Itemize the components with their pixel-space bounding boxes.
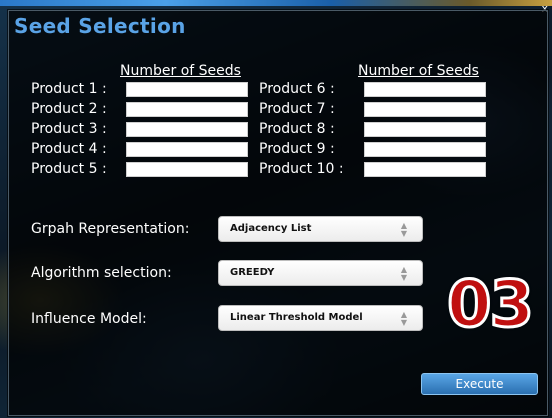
influence-model-label: Influence Model:	[31, 311, 147, 327]
execute-button[interactable]: Execute	[421, 373, 538, 395]
product-2-label: Product 2 :	[31, 101, 107, 117]
product-7-input[interactable]	[364, 102, 486, 117]
product-6-input[interactable]	[364, 82, 486, 97]
product-9-input[interactable]	[364, 142, 486, 157]
graph-representation-value: Adjacency List	[230, 223, 312, 234]
window-top-strip	[0, 0, 552, 6]
select-arrows-icon: ▲ ▼	[400, 310, 407, 327]
select-arrows-icon: ▲ ▼	[400, 221, 407, 238]
product-5-input[interactable]	[126, 162, 248, 177]
algorithm-selection-value: GREEDY	[230, 267, 275, 278]
product-7-label: Product 7 :	[259, 101, 335, 117]
select-arrows-icon: ▲ ▼	[400, 265, 407, 282]
product-2-input[interactable]	[126, 102, 248, 117]
window-title: Seed Selection	[14, 14, 186, 38]
right-column-header: Number of Seeds	[358, 63, 479, 79]
product-4-input[interactable]	[126, 142, 248, 157]
product-10-label: Product 10 :	[259, 161, 344, 177]
product-1-input[interactable]	[126, 82, 248, 97]
product-8-input[interactable]	[364, 122, 486, 137]
product-1-label: Product 1 :	[31, 81, 107, 97]
step-number-badge: 03	[445, 267, 535, 344]
graph-representation-label: Grpah Representation:	[31, 221, 190, 237]
product-8-label: Product 8 :	[259, 121, 335, 137]
product-5-label: Product 5 :	[31, 161, 107, 177]
influence-model-value: Linear Threshold Model	[230, 312, 363, 323]
product-6-label: Product 6 :	[259, 81, 335, 97]
influence-model-select[interactable]: Linear Threshold Model ▲ ▼	[218, 305, 423, 331]
product-4-label: Product 4 :	[31, 141, 107, 157]
graph-representation-select[interactable]: Adjacency List ▲ ▼	[218, 216, 423, 242]
product-9-label: Product 9 :	[259, 141, 335, 157]
product-10-input[interactable]	[364, 162, 486, 177]
product-3-input[interactable]	[126, 122, 248, 137]
left-column-header: Number of Seeds	[120, 63, 241, 79]
algorithm-selection-select[interactable]: GREEDY ▲ ▼	[218, 260, 423, 286]
algorithm-selection-label: Algorithm selection:	[31, 265, 172, 281]
product-3-label: Product 3 :	[31, 121, 107, 137]
